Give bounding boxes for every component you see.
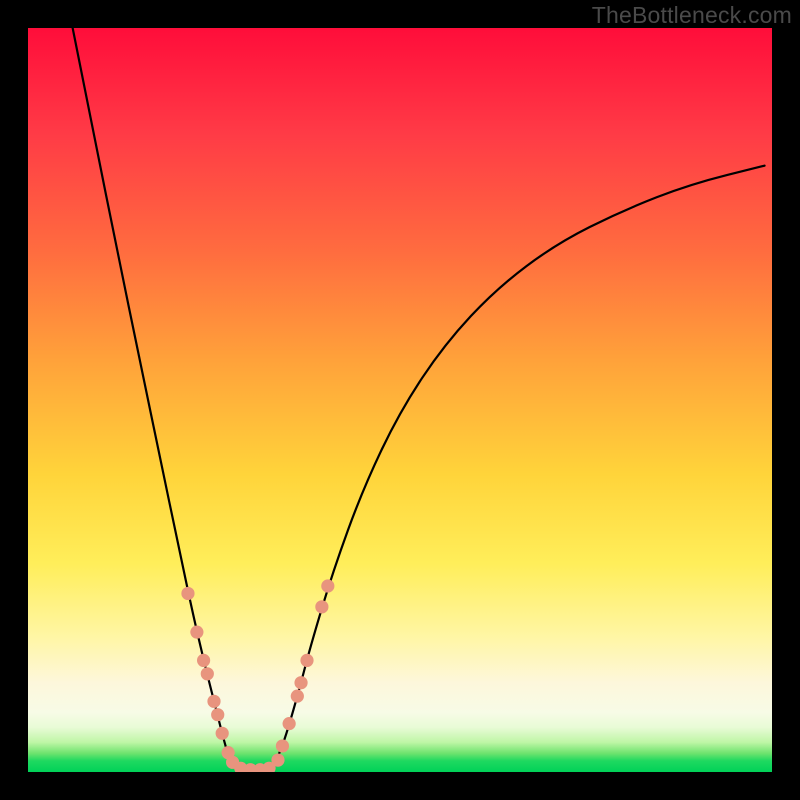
plot-area xyxy=(28,28,772,772)
data-point-marker xyxy=(315,600,328,613)
data-point-marker xyxy=(207,695,220,708)
marker-points xyxy=(181,579,334,772)
data-point-marker xyxy=(283,717,296,730)
data-point-marker xyxy=(197,654,210,667)
data-point-marker xyxy=(181,587,194,600)
data-point-marker xyxy=(271,753,284,766)
data-point-marker xyxy=(321,579,334,592)
data-point-marker xyxy=(300,654,313,667)
data-point-marker xyxy=(276,739,289,752)
curve-lines xyxy=(73,28,765,770)
chart-svg xyxy=(28,28,772,772)
chart-frame: TheBottleneck.com xyxy=(0,0,800,800)
bottleneck-curve xyxy=(73,28,765,770)
data-point-marker xyxy=(294,676,307,689)
data-point-marker xyxy=(190,626,203,639)
data-point-marker xyxy=(211,708,224,721)
data-point-marker xyxy=(201,667,214,680)
data-point-marker xyxy=(291,690,304,703)
watermark-text: TheBottleneck.com xyxy=(592,2,792,29)
data-point-marker xyxy=(216,727,229,740)
